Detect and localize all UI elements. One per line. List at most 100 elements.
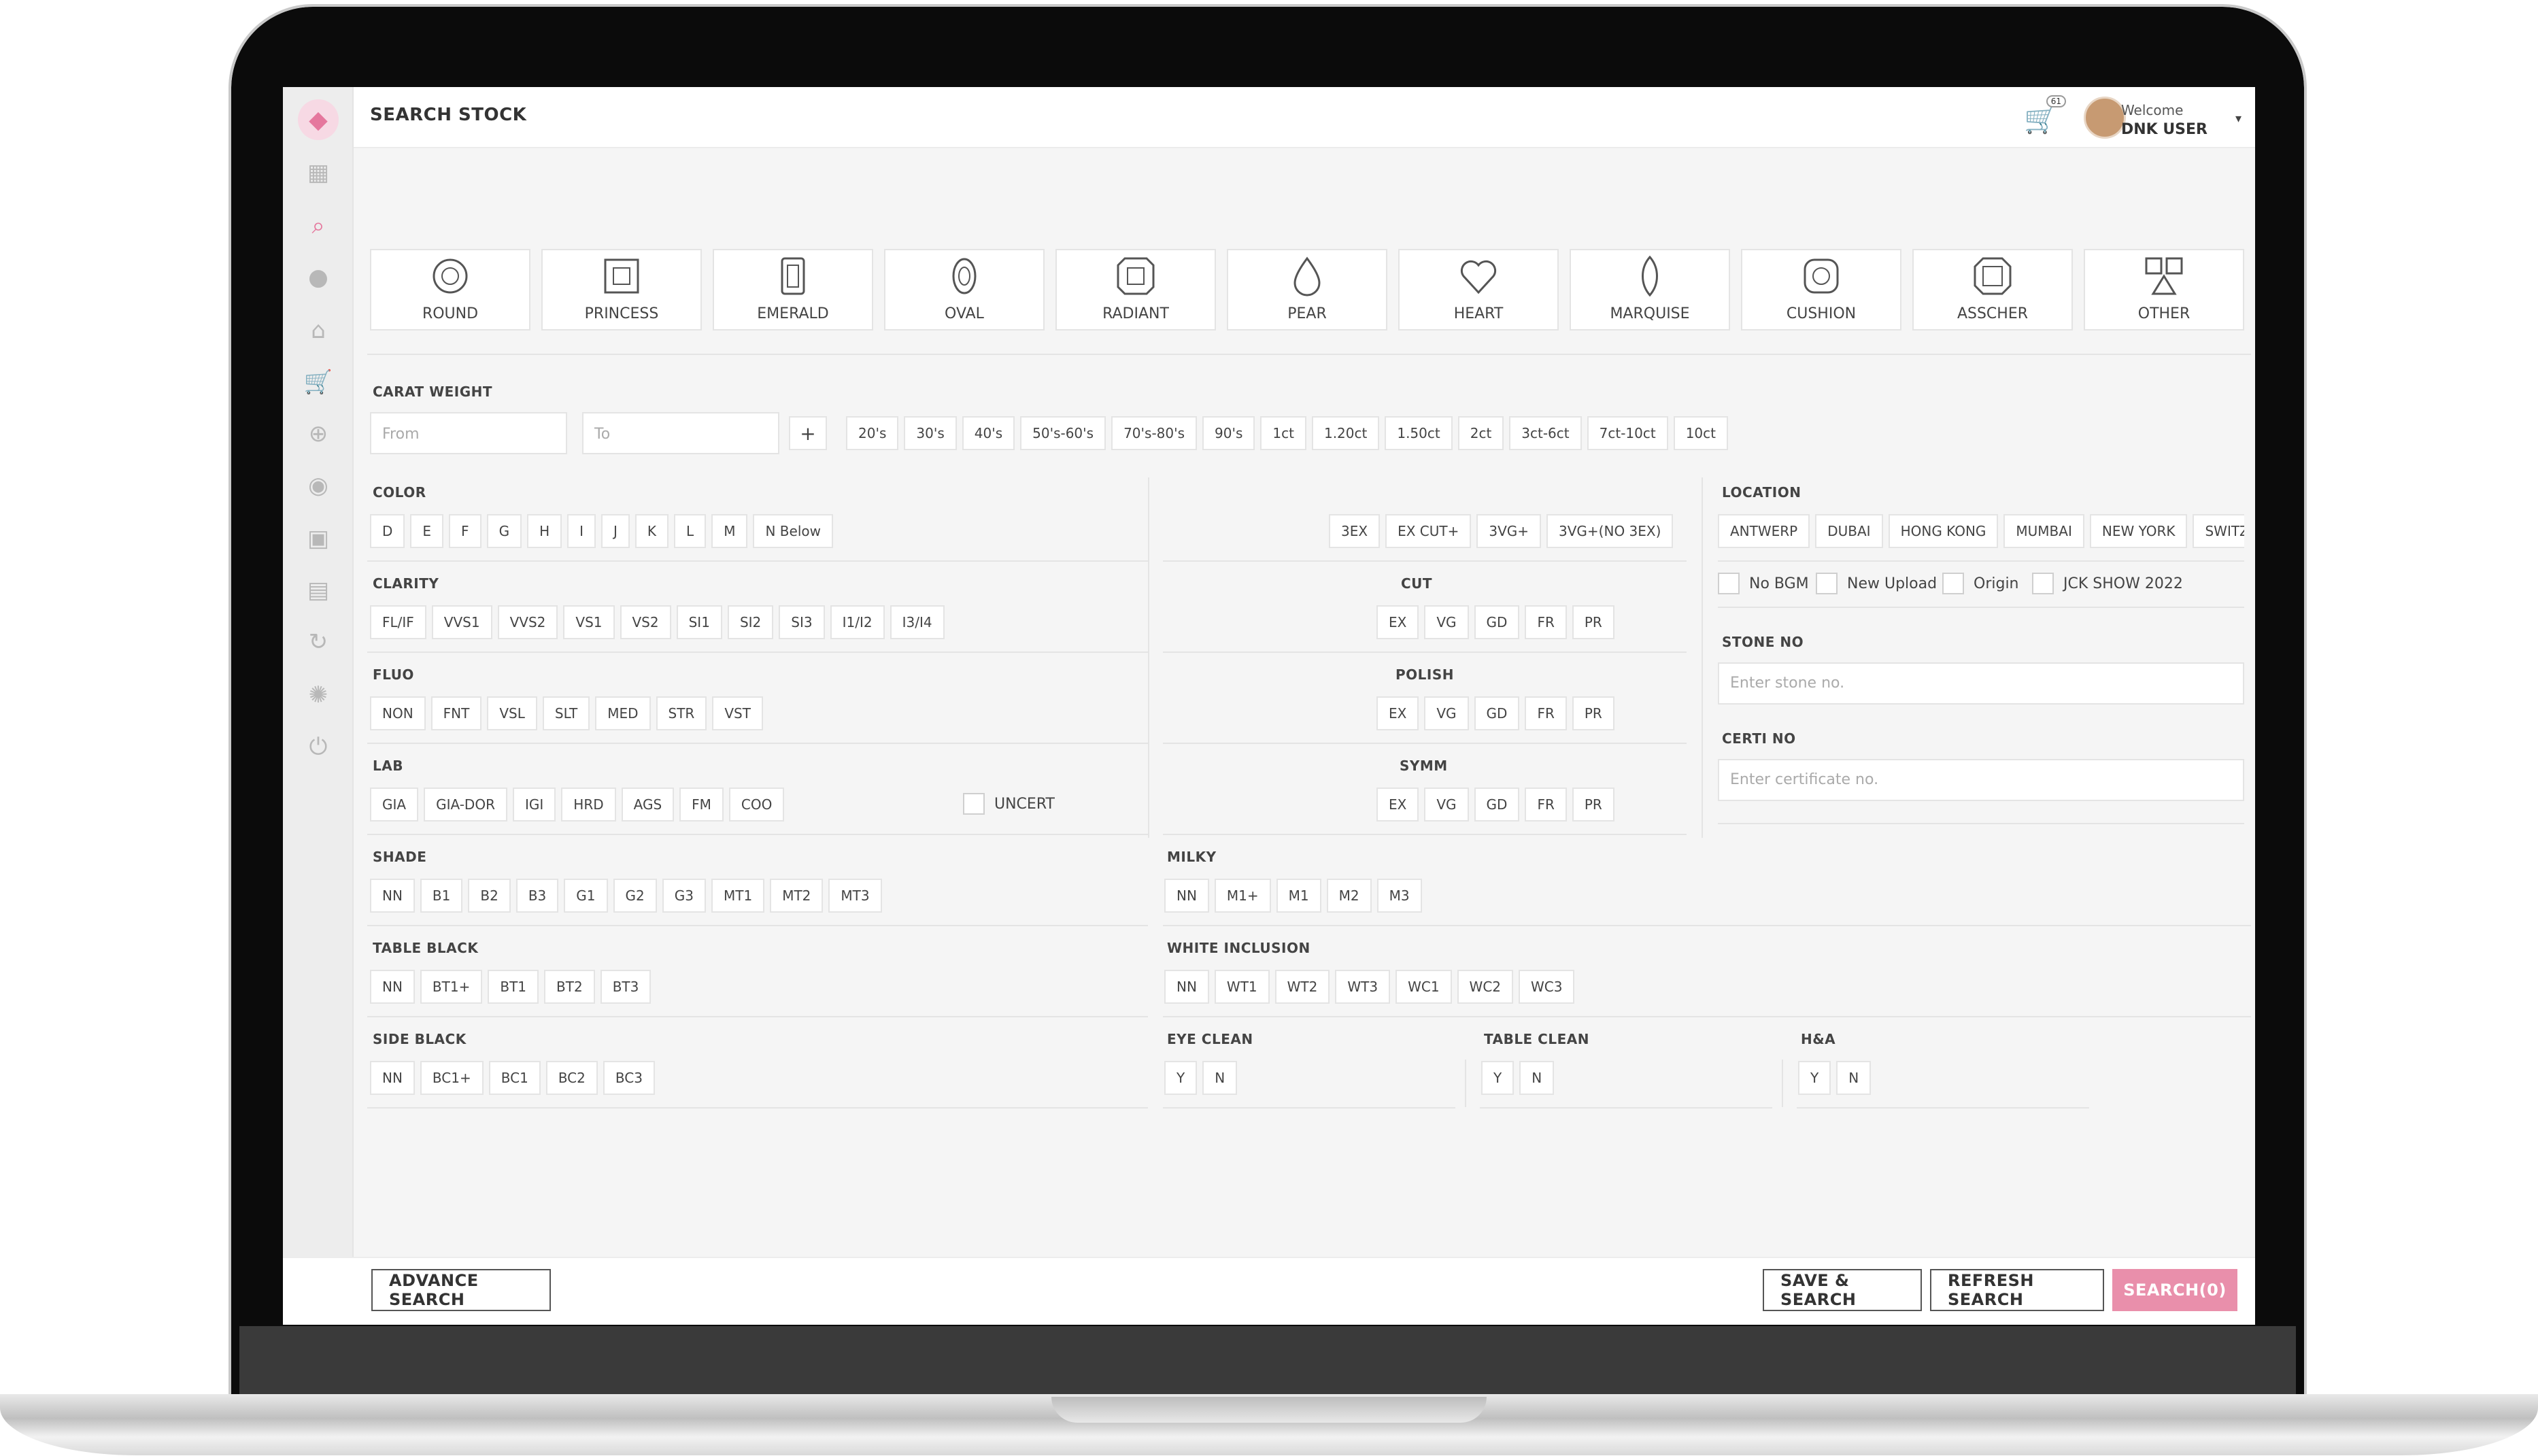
clarity-chip[interactable]: VS2 xyxy=(620,605,671,639)
symm-chip[interactable]: VG xyxy=(1424,788,1469,822)
clarity-chip[interactable]: SI3 xyxy=(779,605,825,639)
lab-chip[interactable]: HRD xyxy=(561,788,616,822)
color-chip[interactable]: I xyxy=(567,514,596,548)
carat-from-input[interactable]: From xyxy=(370,412,567,454)
location-chip[interactable]: DUBAI xyxy=(1815,514,1883,548)
clarity-chip[interactable]: VS1 xyxy=(563,605,615,639)
add-icon[interactable]: ⊕ xyxy=(305,420,332,447)
white-inclusion-chip[interactable]: WC1 xyxy=(1395,970,1452,1004)
cut-chip[interactable]: VG xyxy=(1424,605,1469,639)
carat-chip[interactable]: 90's xyxy=(1202,416,1255,450)
filter-checkbox[interactable]: Origin xyxy=(1942,573,2019,594)
lab-chip[interactable]: AGS xyxy=(621,788,675,822)
carat-to-input[interactable]: To xyxy=(582,412,779,454)
cut-chip[interactable]: FR xyxy=(1525,605,1567,639)
clarity-chip[interactable]: SI1 xyxy=(676,605,722,639)
shape-pear[interactable]: PEAR xyxy=(1227,249,1387,331)
side-black-chip[interactable]: BC1+ xyxy=(420,1061,484,1095)
color-chip[interactable]: L xyxy=(674,514,707,548)
shade-chip[interactable]: NN xyxy=(370,879,415,913)
shape-other[interactable]: OTHER xyxy=(2084,249,2244,331)
cart-icon[interactable]: 🛒 xyxy=(304,369,333,396)
side-black-chip[interactable]: NN xyxy=(370,1061,415,1095)
shape-heart[interactable]: HEART xyxy=(1398,249,1559,331)
filter-checkbox[interactable]: No BGM xyxy=(1718,573,1809,594)
checkbox-box[interactable] xyxy=(1718,573,1740,594)
checkbox-box[interactable] xyxy=(2032,573,2054,594)
white-inclusion-chip[interactable]: NN xyxy=(1164,970,1209,1004)
stone-no-input[interactable]: Enter stone no. xyxy=(1718,662,2244,705)
clipboard-icon[interactable]: ▤ xyxy=(305,577,332,604)
carat-chip[interactable]: 20's xyxy=(846,416,899,450)
color-chip[interactable]: K xyxy=(634,514,669,548)
power-icon[interactable]: ⏻ xyxy=(305,733,332,760)
fluo-chip[interactable]: FNT xyxy=(430,696,482,730)
polish-chip[interactable]: PR xyxy=(1572,696,1614,730)
carat-chip[interactable]: 3ct-6ct xyxy=(1509,416,1582,450)
color-chip[interactable]: J xyxy=(601,514,630,548)
table-black-chip[interactable]: BT1+ xyxy=(420,970,483,1004)
cut-chip[interactable]: PR xyxy=(1572,605,1614,639)
clarity-chip[interactable]: FL/IF xyxy=(370,605,426,639)
carat-chip[interactable]: 2ct xyxy=(1457,416,1504,450)
clarity-chip[interactable]: I1/I2 xyxy=(830,605,885,639)
shape-princess[interactable]: PRINCESS xyxy=(541,249,702,331)
lab-chip[interactable]: COO xyxy=(728,788,785,822)
lab-chip[interactable]: FM xyxy=(679,788,724,822)
table-clean-chip[interactable]: N xyxy=(1519,1061,1555,1095)
white-inclusion-chip[interactable]: WC2 xyxy=(1457,970,1514,1004)
checkbox-box[interactable] xyxy=(963,793,985,815)
table-black-chip[interactable]: BT1 xyxy=(488,970,539,1004)
shade-chip[interactable]: MT2 xyxy=(770,879,824,913)
milky-chip[interactable]: M2 xyxy=(1326,879,1372,913)
fluo-chip[interactable]: VSL xyxy=(487,696,537,730)
clarity-chip[interactable]: SI2 xyxy=(727,605,774,639)
clarity-chip[interactable]: I3/I4 xyxy=(890,605,945,639)
fluo-chip[interactable]: VST xyxy=(712,696,763,730)
polish-chip[interactable]: GD xyxy=(1474,696,1520,730)
shade-chip[interactable]: MT3 xyxy=(828,879,882,913)
location-chip[interactable]: SWITZ xyxy=(2193,514,2244,548)
carat-chip[interactable]: 1ct xyxy=(1260,416,1306,450)
advance-search-button[interactable]: ADVANCE SEARCH xyxy=(371,1269,551,1311)
symm-chip[interactable]: GD xyxy=(1474,788,1520,822)
color-chip[interactable]: M xyxy=(711,514,748,548)
shape-oval[interactable]: OVAL xyxy=(884,249,1045,331)
search-button[interactable]: SEARCH(0) xyxy=(2112,1269,2237,1311)
color-chip[interactable]: H xyxy=(527,514,562,548)
carat-chip[interactable]: 50's-60's xyxy=(1020,416,1106,450)
shade-chip[interactable]: G1 xyxy=(564,879,608,913)
carat-chip[interactable]: 7ct-10ct xyxy=(1587,416,1668,450)
uncert-checkbox[interactable]: UNCERT xyxy=(963,793,1055,815)
certi-no-input[interactable]: Enter certificate no. xyxy=(1718,759,2244,801)
symm-chip[interactable]: PR xyxy=(1572,788,1614,822)
chat-icon[interactable]: ● xyxy=(305,264,332,291)
cut-chip[interactable]: EX xyxy=(1376,605,1419,639)
location-chip[interactable]: NEW YORK xyxy=(2089,514,2188,548)
fluo-chip[interactable]: MED xyxy=(595,696,651,730)
checkbox-box[interactable] xyxy=(1942,573,1964,594)
white-inclusion-chip[interactable]: WT3 xyxy=(1335,970,1391,1004)
side-black-chip[interactable]: BC2 xyxy=(545,1061,598,1095)
location-chip[interactable]: HONG KONG xyxy=(1888,514,1999,548)
shade-chip[interactable]: B3 xyxy=(515,879,559,913)
carat-chip[interactable]: 1.20ct xyxy=(1311,416,1380,450)
filter-checkbox[interactable]: New Upload xyxy=(1816,573,1937,594)
eye-clean-chip[interactable]: Y xyxy=(1164,1061,1198,1095)
home-icon[interactable]: ⌂ xyxy=(305,317,332,344)
table-clean-chip[interactable]: Y xyxy=(1481,1061,1515,1095)
milky-chip[interactable]: M3 xyxy=(1376,879,1422,913)
white-inclusion-chip[interactable]: WC3 xyxy=(1519,970,1575,1004)
white-inclusion-chip[interactable]: WT2 xyxy=(1274,970,1330,1004)
settings-icon[interactable]: ✺ xyxy=(305,681,332,709)
shade-chip[interactable]: MT1 xyxy=(711,879,765,913)
table-black-chip[interactable]: BT2 xyxy=(544,970,595,1004)
color-chip[interactable]: F xyxy=(449,514,481,548)
carat-chip[interactable]: 70's-80's xyxy=(1111,416,1198,450)
fluo-chip[interactable]: NON xyxy=(370,696,426,730)
table-black-chip[interactable]: NN xyxy=(370,970,415,1004)
ha-chip[interactable]: Y xyxy=(1798,1061,1831,1095)
add-carat-button[interactable]: + xyxy=(789,416,827,450)
symm-chip[interactable]: EX xyxy=(1376,788,1419,822)
shade-chip[interactable]: B1 xyxy=(420,879,463,913)
